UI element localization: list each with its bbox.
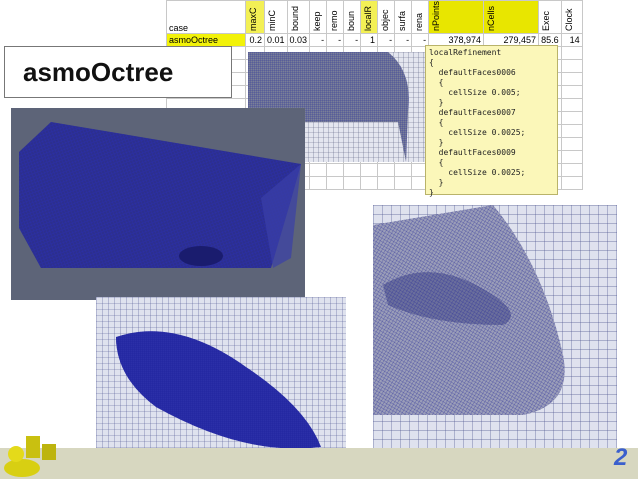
table-cell: - bbox=[377, 33, 396, 47]
logo-icon bbox=[4, 436, 56, 477]
header-cell: objec bbox=[377, 0, 396, 34]
header-cell: maxC bbox=[245, 0, 265, 34]
table-cell: - bbox=[326, 33, 345, 47]
table-cell: - bbox=[394, 33, 413, 47]
header-cell: bound bbox=[286, 0, 311, 34]
table-cell: asmoOctree bbox=[166, 33, 246, 47]
page-number: 2 bbox=[614, 444, 628, 471]
table-cell: 0.2 bbox=[245, 33, 265, 47]
mesh-box-view bbox=[11, 108, 305, 300]
header-cell: keep bbox=[309, 0, 328, 34]
table-header-row: case maxC minC bound keep remo boun loca… bbox=[166, 0, 583, 34]
box-mesh-image bbox=[11, 108, 305, 300]
table-cell: 14 bbox=[560, 33, 583, 47]
pocket-mesh-image bbox=[373, 205, 617, 479]
header-cell: surfa bbox=[394, 0, 413, 34]
header-cell: remo bbox=[326, 0, 345, 34]
mesh-pocket-closeup bbox=[373, 205, 617, 479]
table-cell: 1 bbox=[360, 33, 379, 47]
slide-title: asmoOctree bbox=[23, 56, 174, 87]
header-cell: minC bbox=[264, 0, 288, 34]
header-cell: rena bbox=[411, 0, 430, 34]
table-cell: - bbox=[343, 33, 362, 47]
header-cell: nCells bbox=[483, 0, 540, 34]
header-cell: case bbox=[166, 0, 246, 34]
footer-bar bbox=[0, 448, 638, 479]
header-cell: Exec bbox=[538, 0, 562, 34]
header-cell: boun bbox=[343, 0, 362, 34]
code-snippet-box: localRefinement { defaultFaces0006 { cel… bbox=[425, 45, 558, 197]
table-cell: 0.03 bbox=[286, 33, 311, 47]
table-cell: - bbox=[309, 33, 328, 47]
table-cell: 0.01 bbox=[264, 33, 288, 47]
header-cell: Clock bbox=[560, 0, 583, 34]
slide-title-box: asmoOctree bbox=[4, 46, 232, 98]
header-cell: nPoints bbox=[428, 0, 485, 34]
header-cell: localR bbox=[360, 0, 379, 34]
